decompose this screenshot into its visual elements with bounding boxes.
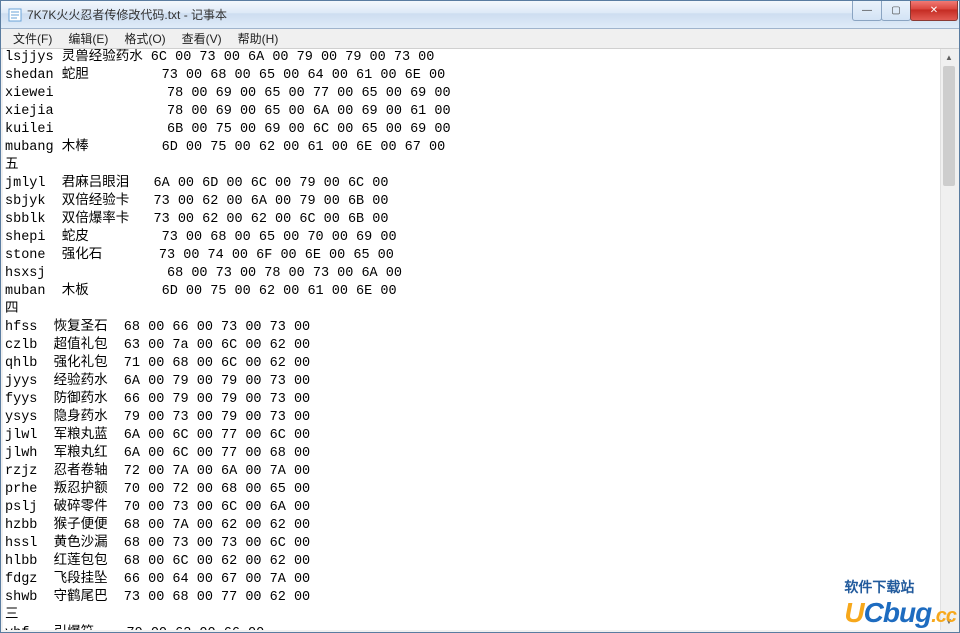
scroll-up-button[interactable]: ▲ bbox=[941, 49, 957, 66]
minimize-button[interactable]: — bbox=[852, 1, 882, 21]
notepad-window: 7K7K火火忍者传修改代码.txt - 记事本 — ▢ ✕ 文件(F) 编辑(E… bbox=[0, 0, 960, 633]
chevron-down-icon: ▼ bbox=[945, 617, 953, 626]
titlebar[interactable]: 7K7K火火忍者传修改代码.txt - 记事本 — ▢ ✕ bbox=[1, 1, 959, 29]
notepad-icon bbox=[7, 7, 23, 23]
vertical-scrollbar[interactable]: ▲ ▼ bbox=[940, 49, 957, 630]
maximize-button[interactable]: ▢ bbox=[881, 1, 911, 21]
menubar: 文件(F) 编辑(E) 格式(O) 查看(V) 帮助(H) bbox=[1, 29, 959, 49]
maximize-icon: ▢ bbox=[891, 5, 900, 16]
window-title: 7K7K火火忍者传修改代码.txt - 记事本 bbox=[27, 6, 959, 23]
text-editor[interactable]: lsjjys 灵兽经验药水 6C 00 73 00 6A 00 79 00 79… bbox=[3, 49, 940, 630]
menu-help[interactable]: 帮助(H) bbox=[230, 28, 287, 49]
content-wrapper: lsjjys 灵兽经验药水 6C 00 73 00 6A 00 79 00 79… bbox=[1, 49, 959, 632]
menu-file[interactable]: 文件(F) bbox=[5, 28, 60, 49]
close-icon: ✕ bbox=[930, 5, 938, 16]
menu-edit[interactable]: 编辑(E) bbox=[60, 28, 116, 49]
scroll-down-button[interactable]: ▼ bbox=[941, 613, 957, 630]
close-button[interactable]: ✕ bbox=[910, 1, 958, 21]
scroll-track[interactable] bbox=[941, 66, 957, 613]
chevron-up-icon: ▲ bbox=[945, 53, 953, 62]
minimize-icon: — bbox=[862, 5, 872, 16]
window-controls: — ▢ ✕ bbox=[853, 1, 958, 21]
menu-view[interactable]: 查看(V) bbox=[174, 28, 230, 49]
scroll-thumb[interactable] bbox=[943, 66, 955, 186]
menu-format[interactable]: 格式(O) bbox=[116, 28, 173, 49]
